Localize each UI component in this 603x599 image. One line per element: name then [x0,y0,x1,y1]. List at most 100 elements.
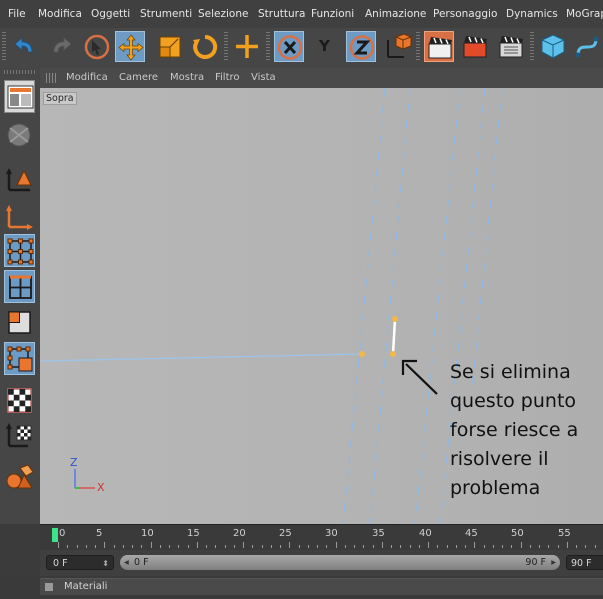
end-frame-field[interactable]: 90 F [566,555,603,570]
live-selection-button[interactable] [82,31,112,62]
timeline-tickmark [539,545,540,548]
menu-modifica[interactable]: Modifica [38,8,82,20]
move-tool-button[interactable] [115,31,145,62]
viewport-menu-mostra[interactable]: Mostra [170,72,204,83]
vertex-point-target[interactable] [390,351,396,357]
timeline-ruler[interactable]: 0 5 10 15 20 25 30 35 40 45 50 55 [40,524,603,551]
timeline-tick: 10 [141,528,154,539]
z-axis-button[interactable] [346,31,376,62]
redo-icon [53,37,72,53]
vertex-point[interactable] [392,316,398,322]
timeline-tick: 40 [419,528,432,539]
timeline-tickmark [492,545,494,548]
menu-dynamics[interactable]: Dynamics [506,8,558,20]
timeline-tick: 15 [187,528,200,539]
menu-struttura[interactable]: Struttura [258,8,305,20]
viewport-top[interactable]: Sopra Z X Se si elimina questo punto for… [40,88,603,524]
menu-bar: File Modifica Oggetti Strumenti Selezion… [0,0,603,28]
render-picture-viewer-button[interactable] [460,31,490,62]
uv-mode-button[interactable] [4,342,35,375]
make-editable-button[interactable] [4,118,35,151]
model-mode-button[interactable] [4,162,35,195]
timeline-tickmark [187,545,189,548]
coordinate-system-button[interactable] [232,31,262,62]
edges-grid-icon [9,275,32,299]
annotation-line: questo punto [450,390,577,412]
model-axis-icon [6,168,32,192]
spline-pen-button[interactable] [572,31,602,62]
end-frame-value: 90 F [571,558,592,569]
layout-button[interactable] [4,80,35,113]
toolbar-grip[interactable] [530,32,534,62]
toolbar-grip[interactable] [2,32,6,62]
timeline-tickmark [576,545,577,548]
render-settings-button[interactable] [496,31,526,62]
toolbar-grip[interactable] [4,70,36,74]
timeline-tickmark [409,545,411,548]
selected-edge[interactable] [391,318,397,355]
materials-panel-header[interactable]: Materiali [40,578,603,595]
cube-icon [541,34,565,59]
timeline-tickmark [400,545,402,548]
redo-button[interactable] [46,31,76,62]
object-axis-mode-button[interactable] [4,200,35,233]
texture-axis-button[interactable] [4,418,35,451]
panel-menu-icon[interactable] [45,583,53,591]
timeline-tickmark [428,542,429,548]
menu-personaggio[interactable]: Personaggio [433,8,497,20]
texture-mode-button[interactable] [4,384,35,417]
viewport-menu-camere[interactable]: Camere [119,72,158,83]
workplane-button[interactable] [4,460,35,493]
toolbar-grip[interactable] [224,32,228,62]
frame-range-bar: 0 F ⬍ ◂ 0 F 90 F ▸ 90 F [40,550,603,576]
stepper-icon: ⬍ [102,559,109,568]
timeline-tickmark [381,542,383,548]
menu-mograph[interactable]: MoGraph [566,8,603,20]
object-coordinates-button[interactable] [382,31,412,62]
playhead[interactable] [52,528,58,542]
make-editable-icon [7,123,31,147]
vertex-point[interactable] [359,351,365,357]
timeline-tickmark [594,545,596,548]
annotation-line: Se si elimina [450,361,571,383]
slider-end-value: 90 F [525,557,546,568]
timeline-tick: 5 [96,528,103,539]
menu-selezione[interactable]: Selezione [198,8,248,20]
timeline-tickmark [502,545,503,548]
timeline-tickmark [335,542,337,548]
menu-oggetti[interactable]: Oggetti [91,8,130,20]
current-frame-field[interactable]: 0 F ⬍ [46,555,114,570]
render-view-button[interactable] [424,31,454,62]
y-axis-button[interactable]: Y [310,31,340,62]
timeline-tick: 20 [233,528,246,539]
menu-strumenti[interactable]: Strumenti [140,8,192,20]
main-toolbar: Y [0,28,603,69]
viewport-menu-modifica[interactable]: Modifica [66,72,108,83]
viewport-menu-vista[interactable]: Vista [251,72,276,83]
cube-button[interactable] [538,31,568,62]
menu-funzioni[interactable]: Funzioni [311,8,354,20]
timeline-tickmark [270,545,272,548]
frame-range-slider[interactable]: ◂ 0 F 90 F ▸ [120,555,560,570]
timeline-tickmark [113,545,115,548]
scale-tool-button[interactable] [155,31,185,62]
menu-animazione[interactable]: Animazione [365,8,426,20]
rotate-tool-button[interactable] [190,31,220,62]
timeline-tickmark [437,545,439,548]
timeline-tick: 50 [511,528,524,539]
points-grid-icon [7,238,34,265]
current-frame-value: 0 F [53,558,68,569]
timeline-tickmark [483,545,485,548]
edges-mode-button[interactable] [4,270,35,303]
undo-button[interactable] [10,31,40,62]
x-axis-button[interactable] [274,31,304,62]
viewport-grip[interactable] [46,73,56,83]
polygons-mode-button[interactable] [4,306,35,339]
menu-file[interactable]: File [8,8,26,20]
annotation-line: risolvere il [450,448,549,470]
polygons-grid-icon [8,311,31,334]
viewport-menu-filtro[interactable]: Filtro [215,72,240,83]
toolbar-grip[interactable] [266,32,270,62]
points-mode-button[interactable] [4,234,35,267]
toolbar-grip[interactable] [416,32,420,62]
